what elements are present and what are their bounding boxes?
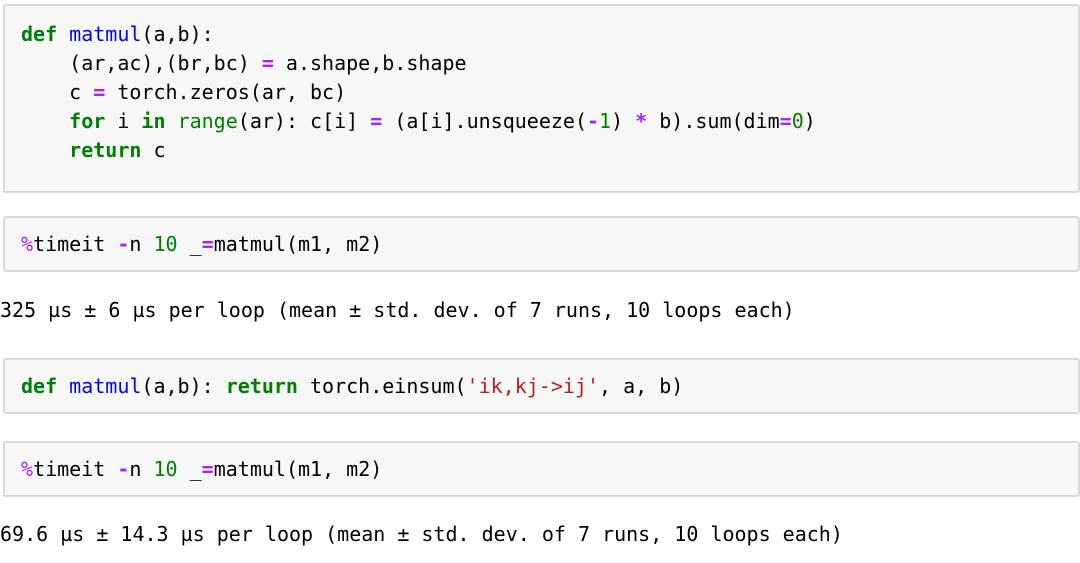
- keyword-token: for: [69, 109, 106, 133]
- code-token: timeit: [33, 232, 118, 256]
- code-cell-matmul-loop[interactable]: def matmul(a,b): (ar,ac),(br,bc) = a.sha…: [3, 4, 1080, 193]
- operator-token: =: [779, 109, 792, 133]
- code-token: (a,b):: [141, 374, 226, 398]
- code-cell-matmul-einsum[interactable]: def matmul(a,b): return torch.einsum('ik…: [3, 358, 1080, 414]
- code-token: (ar,ac),(br,bc): [21, 51, 262, 75]
- keyword-token: return: [225, 374, 298, 398]
- operator-token: -: [117, 232, 130, 256]
- code-token: , a, b): [599, 374, 684, 398]
- code-token: matmul(m1, m2): [213, 232, 383, 256]
- operator-token: =: [93, 80, 106, 104]
- code-token: torch.einsum(: [297, 374, 467, 398]
- code-token: a.shape,b.shape: [273, 51, 467, 75]
- operator-token: -: [117, 457, 130, 481]
- code-token: ): [803, 109, 816, 133]
- code-line: return c: [5, 136, 1078, 165]
- code-token: timeit: [33, 457, 118, 481]
- keyword-token: def: [21, 374, 58, 398]
- operator-token: -: [586, 109, 600, 133]
- code-token: _: [177, 457, 202, 481]
- function-name-token: matmul: [69, 374, 142, 398]
- keyword-token: in: [141, 109, 166, 133]
- keyword-token: return: [69, 138, 142, 162]
- code-token: (a[i].unsqueeze(: [382, 109, 587, 133]
- operator-token: =: [201, 232, 214, 256]
- number-token: 10: [153, 232, 178, 256]
- code-line: for i in range(ar): c[i] = (a[i].unsquee…: [5, 107, 1078, 136]
- code-token: (ar): c[i]: [237, 109, 371, 133]
- number-token: 1: [599, 109, 612, 133]
- code-token: c: [21, 80, 94, 104]
- operator-token: =: [370, 109, 383, 133]
- code-token: n: [129, 457, 154, 481]
- function-name-token: matmul: [69, 22, 142, 46]
- code-token: i: [105, 109, 142, 133]
- output-timeit-1: 325 µs ± 6 µs per loop (mean ± std. dev.…: [0, 298, 795, 322]
- code-token: ): [611, 109, 636, 133]
- number-token: 10: [153, 457, 178, 481]
- operator-token: =: [261, 51, 274, 75]
- code-token: c: [141, 138, 166, 162]
- builtin-token: range: [177, 109, 238, 133]
- code-line: %timeit -n 10 _=matmul(m1, m2): [5, 230, 1078, 259]
- magic-token: %: [21, 232, 34, 256]
- magic-token: %: [21, 457, 34, 481]
- code-line: (ar,ac),(br,bc) = a.shape,b.shape: [5, 49, 1078, 78]
- code-token: matmul(m1, m2): [213, 457, 383, 481]
- code-token: (a,b):: [141, 22, 214, 46]
- code-token: b).sum(dim: [647, 109, 780, 133]
- keyword-token: def: [21, 22, 58, 46]
- operator-token: =: [201, 457, 214, 481]
- operator-token: *: [635, 109, 648, 133]
- number-token: 0: [791, 109, 804, 133]
- output-timeit-2: 69.6 µs ± 14.3 µs per loop (mean ± std. …: [0, 522, 843, 546]
- code-line: def matmul(a,b): return torch.einsum('ik…: [5, 372, 1078, 401]
- code-line: def matmul(a,b):: [5, 20, 1078, 49]
- code-cell-timeit-1[interactable]: %timeit -n 10 _=matmul(m1, m2): [3, 216, 1080, 272]
- code-token: _: [177, 232, 202, 256]
- code-token: torch.zeros(ar, bc): [105, 80, 347, 104]
- code-line: c = torch.zeros(ar, bc): [5, 78, 1078, 107]
- string-token: 'ik,kj->ij': [466, 374, 599, 398]
- code-line: %timeit -n 10 _=matmul(m1, m2): [5, 455, 1078, 484]
- code-token: n: [129, 232, 154, 256]
- code-cell-timeit-2[interactable]: %timeit -n 10 _=matmul(m1, m2): [3, 441, 1080, 497]
